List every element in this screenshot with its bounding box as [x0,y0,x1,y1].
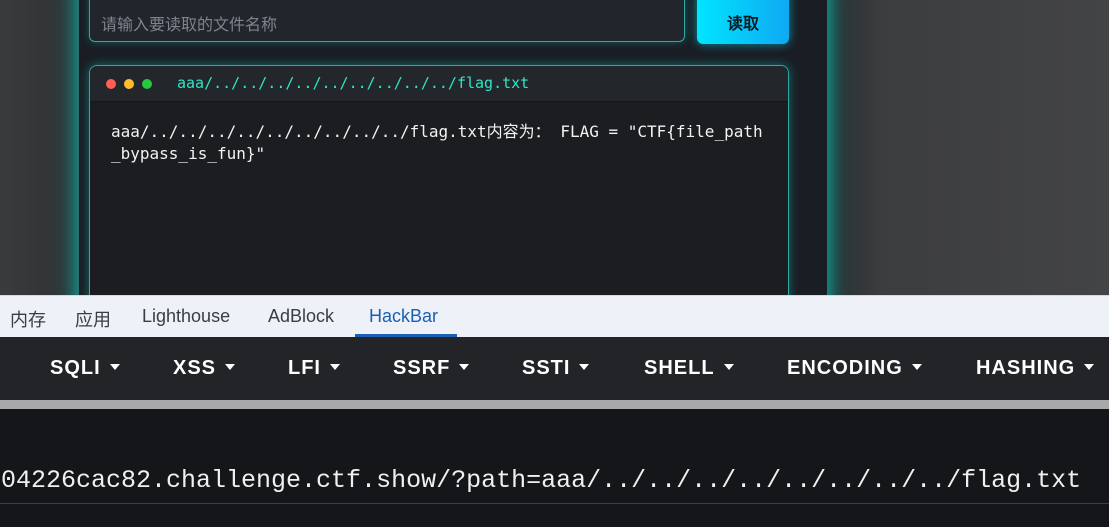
menu-lfi-label: LFI [288,357,321,379]
caret-down-icon [579,363,590,370]
menu-ssrf[interactable]: SSRF [393,357,470,380]
web-page-viewport: 读取 aaa/../../../../../../../../../flag.t… [0,0,1109,295]
menu-ssti-label: SSTI [522,357,571,379]
terminal-title: aaa/../../../../../../../../../flag.txt [177,74,530,92]
url-field[interactable]: 304226cac82.challenge.ctf.show/?path=aaa… [0,466,1081,495]
menu-encoding[interactable]: ENCODING [787,357,922,380]
menu-sqli-label: SQLI [50,357,101,379]
hackbar-divider [0,400,1109,409]
filename-input[interactable] [89,0,685,42]
caret-down-icon [911,363,922,370]
menu-hashing[interactable]: HASHING [976,357,1095,380]
url-underline [0,503,1109,504]
caret-down-icon [330,363,340,370]
tab-hackbar[interactable]: HackBar [369,306,438,327]
caret-down-icon [225,363,236,370]
read-button[interactable]: 读取 [697,0,789,44]
menu-ssti[interactable]: SSTI [522,357,590,380]
menu-lfi[interactable]: LFI [288,357,340,380]
terminal-window: aaa/../../../../../../../../../flag.txt … [89,65,789,295]
menu-sqli[interactable]: SQLI [50,357,120,380]
caret-down-icon [459,363,470,370]
tab-adblock[interactable]: AdBlock [268,306,334,327]
menu-shell-label: SHELL [644,357,715,379]
devtools-tab-bar: 内存 应用 Lighthouse AdBlock HackBar [0,295,1109,338]
maximize-dot-icon [142,79,152,89]
menu-xss-label: XSS [173,357,217,379]
tab-lighthouse[interactable]: Lighthouse [142,306,230,327]
menu-shell[interactable]: SHELL [644,357,734,380]
menu-hashing-label: HASHING [976,357,1076,379]
menu-encoding-label: ENCODING [787,357,903,379]
caret-down-icon [1084,363,1095,370]
tab-memory[interactable]: 内存 [10,306,46,332]
menu-xss[interactable]: XSS [173,357,236,380]
terminal-output: aaa/../../../../../../../../../flag.txt内… [111,122,763,163]
hackbar-url-area[interactable]: 304226cac82.challenge.ctf.show/?path=aaa… [0,409,1109,527]
hackbar-menu-bar: SQLI XSS LFI SSRF SSTI SHELL ENCODING HA… [0,337,1109,400]
minimize-dot-icon [124,79,134,89]
caret-down-icon [109,363,120,370]
caret-down-icon [723,363,734,370]
tab-application[interactable]: 应用 [75,306,111,332]
terminal-header: aaa/../../../../../../../../../flag.txt [90,66,788,102]
menu-ssrf-label: SSRF [393,357,451,379]
close-dot-icon [106,79,116,89]
